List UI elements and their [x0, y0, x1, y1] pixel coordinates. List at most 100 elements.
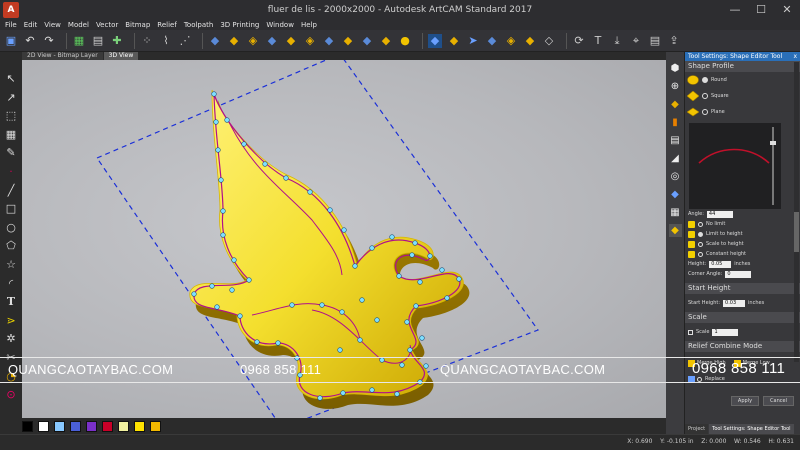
transform-icon[interactable]: ⬚ — [4, 109, 18, 123]
relief-tool-3-icon[interactable]: ◈ — [246, 34, 260, 48]
height-mode-no-limit[interactable]: No limit — [685, 219, 800, 229]
height-mode-constant-height[interactable]: Constant height — [685, 249, 800, 259]
extrude-icon[interactable]: ➤ — [466, 34, 480, 48]
shape-square-option[interactable]: Square — [685, 88, 800, 104]
drop-icon[interactable]: ● — [398, 34, 412, 48]
offset-icon[interactable]: ◇ — [542, 34, 556, 48]
star-tool-icon[interactable]: ☆ — [4, 258, 18, 272]
close-button[interactable]: ✕ — [774, 0, 800, 20]
relief-tool-7-icon[interactable]: ◆ — [322, 34, 336, 48]
relief-tool-1-icon[interactable]: ◆ — [208, 34, 222, 48]
panel-scroll-thumb[interactable] — [794, 212, 799, 252]
menu-toolpath[interactable]: Toolpath — [184, 20, 214, 30]
weld-icon[interactable]: ✲ — [4, 332, 18, 346]
import-icon[interactable]: ⤓ — [610, 34, 624, 48]
menu-model[interactable]: Model — [68, 20, 89, 30]
limit-to-height-radio[interactable] — [698, 231, 703, 237]
angle-input[interactable]: 44 — [706, 210, 733, 218]
blue-relief-icon[interactable]: ◆ — [669, 188, 682, 201]
layer-icon[interactable]: ▤ — [648, 34, 662, 48]
shape-plane-option[interactable]: Plane — [685, 104, 800, 120]
line-tool-icon[interactable]: ╱ — [4, 184, 18, 198]
circle-tool-icon[interactable]: ○ — [4, 221, 18, 235]
panel-close-button[interactable]: x — [793, 52, 800, 61]
relief-tool-2-icon[interactable]: ◆ — [227, 34, 241, 48]
sculpt-icon[interactable]: ◆ — [447, 34, 461, 48]
relief-tool-10-icon[interactable]: ◆ — [379, 34, 393, 48]
tab-project[interactable]: Project — [685, 424, 709, 434]
minimize-button[interactable]: — — [722, 0, 748, 20]
palette-swatch[interactable] — [38, 420, 49, 432]
menu-help[interactable]: Help — [301, 20, 317, 30]
palette-swatch[interactable] — [54, 420, 65, 432]
redo-icon[interactable]: ↷ — [42, 34, 56, 48]
palette-swatch[interactable] — [118, 420, 129, 432]
constant-height-radio[interactable] — [698, 251, 703, 257]
grid-icon[interactable]: ▤ — [91, 34, 105, 48]
palette-swatch[interactable] — [70, 420, 81, 432]
wedge-icon[interactable]: ◢ — [669, 152, 682, 165]
shape-editor-icon[interactable]: ◆ — [428, 33, 442, 48]
tab-tool-settings[interactable]: Tool Settings: Shape Editor Tool — [709, 424, 794, 434]
panel-scrollbar[interactable] — [794, 62, 799, 362]
zoom-tool-icon[interactable]: ⊙ — [4, 388, 18, 402]
rectangle-tool-icon[interactable]: □ — [4, 202, 18, 216]
tab-2d-view[interactable]: 2D View - Bitmap Layer — [22, 52, 103, 60]
palette-swatch[interactable] — [86, 420, 97, 432]
vector-trim-icon[interactable]: ⋰ — [178, 34, 192, 48]
undo-icon[interactable]: ↶ — [23, 34, 37, 48]
shape-profile-preview[interactable] — [689, 123, 781, 209]
corner-angle-input[interactable]: 0 — [725, 270, 752, 278]
menu-relief[interactable]: Relief — [157, 20, 177, 30]
relief-layer-icon[interactable]: ◆ — [669, 98, 682, 111]
zoom-view-icon[interactable]: ⊕ — [669, 80, 682, 93]
smooth-icon[interactable]: ◆ — [523, 34, 537, 48]
palette-swatch[interactable] — [22, 420, 33, 432]
scale-to-height-radio[interactable] — [698, 241, 703, 247]
palette-swatch[interactable] — [134, 420, 145, 432]
shape-square-radio[interactable] — [702, 93, 708, 99]
vector-join-icon[interactable]: ⌇ — [159, 34, 173, 48]
menu-edit[interactable]: Edit — [24, 20, 38, 30]
height-mode-scale-to-height[interactable]: Scale to height — [685, 239, 800, 249]
node-edit-icon[interactable]: ↗ — [4, 91, 18, 105]
scale-input[interactable]: 1 — [712, 328, 739, 336]
grid-tool-icon[interactable]: ▦ — [4, 128, 18, 142]
tab-3d-view[interactable]: 3D View — [103, 52, 139, 60]
replace-radio[interactable] — [697, 376, 702, 382]
shape-plane-radio[interactable] — [702, 109, 708, 115]
stack-icon[interactable]: ▤ — [669, 134, 682, 147]
text-tool-icon[interactable]: T — [591, 34, 605, 48]
height-mode-limit-to-height[interactable]: Limit to height — [685, 229, 800, 239]
menu-bitmap[interactable]: Bitmap — [125, 20, 150, 30]
scale-checkbox[interactable] — [688, 329, 693, 335]
start-height-input[interactable]: 0.03 — [723, 299, 746, 307]
shape-round-radio[interactable] — [702, 77, 708, 83]
texture-icon[interactable]: ◈ — [504, 34, 518, 48]
cube-view-icon[interactable]: ⬢ — [669, 62, 682, 75]
palette-swatch[interactable] — [150, 420, 161, 432]
model-icon[interactable]: ▦ — [72, 34, 86, 48]
menu-vector[interactable]: Vector — [96, 20, 118, 30]
height-input[interactable]: 0.05 — [709, 260, 732, 268]
save-icon[interactable]: ▣ — [4, 34, 18, 48]
relief-tool-9-icon[interactable]: ◆ — [360, 34, 374, 48]
vector-nodes-icon[interactable]: ⁘ — [140, 34, 154, 48]
menu-3d-printing[interactable]: 3D Printing — [220, 20, 259, 30]
arc-tool-icon[interactable]: ◜ — [4, 277, 18, 291]
layers-icon[interactable]: ▦ — [669, 206, 682, 219]
text-icon[interactable]: T — [4, 295, 18, 309]
refresh-icon[interactable]: ⟳ — [572, 34, 586, 48]
relief-tool-5-icon[interactable]: ◆ — [284, 34, 298, 48]
shape-round-option[interactable]: Round — [685, 72, 800, 88]
no-limit-radio[interactable] — [698, 221, 703, 227]
paint-brush-icon[interactable]: ✎ — [4, 146, 18, 160]
artcam-logo-icon[interactable]: A — [3, 2, 19, 18]
palette-swatch[interactable] — [102, 420, 113, 432]
combine-icon[interactable]: ◎ — [669, 170, 682, 183]
relief-tool-8-icon[interactable]: ◆ — [341, 34, 355, 48]
cancel-button[interactable]: Cancel — [763, 396, 794, 406]
menu-window[interactable]: Window — [266, 20, 294, 30]
active-shape-icon[interactable]: ◆ — [668, 224, 682, 237]
measure-icon[interactable]: ⌖ — [629, 34, 643, 48]
